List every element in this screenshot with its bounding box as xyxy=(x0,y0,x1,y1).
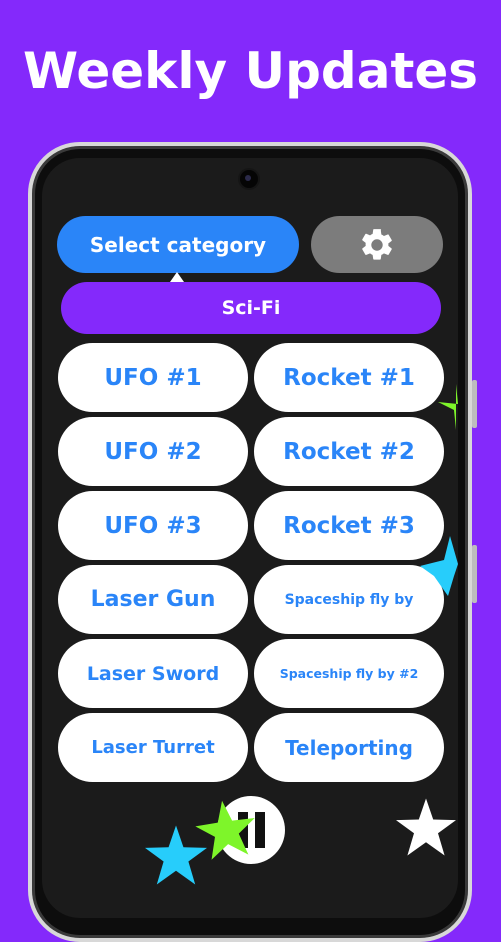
cyan-star-decoration xyxy=(420,536,458,596)
green-star-decoration xyxy=(195,800,255,860)
phone-side-button xyxy=(472,545,477,603)
sound-button-laser-gun[interactable]: Laser Gun xyxy=(58,565,248,634)
category-selected[interactable]: Sci-Fi xyxy=(61,282,441,334)
promo-headline: Weekly Updates xyxy=(22,42,479,100)
sound-button-laser-turret[interactable]: Laser Turret xyxy=(58,713,248,782)
sound-button-ufo-2[interactable]: UFO #2 xyxy=(58,417,248,486)
gear-icon xyxy=(362,228,392,260)
sound-button-ufo-3[interactable]: UFO #3 xyxy=(58,491,248,560)
select-category-button[interactable]: Select category xyxy=(57,216,299,273)
green-star-decoration xyxy=(438,384,458,430)
sound-button-laser-sword[interactable]: Laser Sword xyxy=(58,639,248,708)
sound-button-spaceship-fly-by[interactable]: Spaceship fly by xyxy=(254,565,444,634)
sound-button-rocket-2[interactable]: Rocket #2 xyxy=(254,417,444,486)
front-camera xyxy=(240,170,258,188)
white-star-decoration xyxy=(396,798,456,856)
sound-button-rocket-3[interactable]: Rocket #3 xyxy=(254,491,444,560)
dropdown-pointer xyxy=(170,272,184,282)
sound-button-teleporting[interactable]: Teleporting xyxy=(254,713,444,782)
sound-button-ufo-1[interactable]: UFO #1 xyxy=(58,343,248,412)
sound-button-spaceship-fly-by-2[interactable]: Spaceship fly by #2 xyxy=(254,639,444,708)
phone-side-button xyxy=(472,380,477,428)
sound-button-rocket-1[interactable]: Rocket #1 xyxy=(254,343,444,412)
sound-button-grid: UFO #1 Rocket #1 UFO #2 Rocket #2 UFO #3… xyxy=(58,343,444,782)
settings-button[interactable] xyxy=(311,216,443,273)
